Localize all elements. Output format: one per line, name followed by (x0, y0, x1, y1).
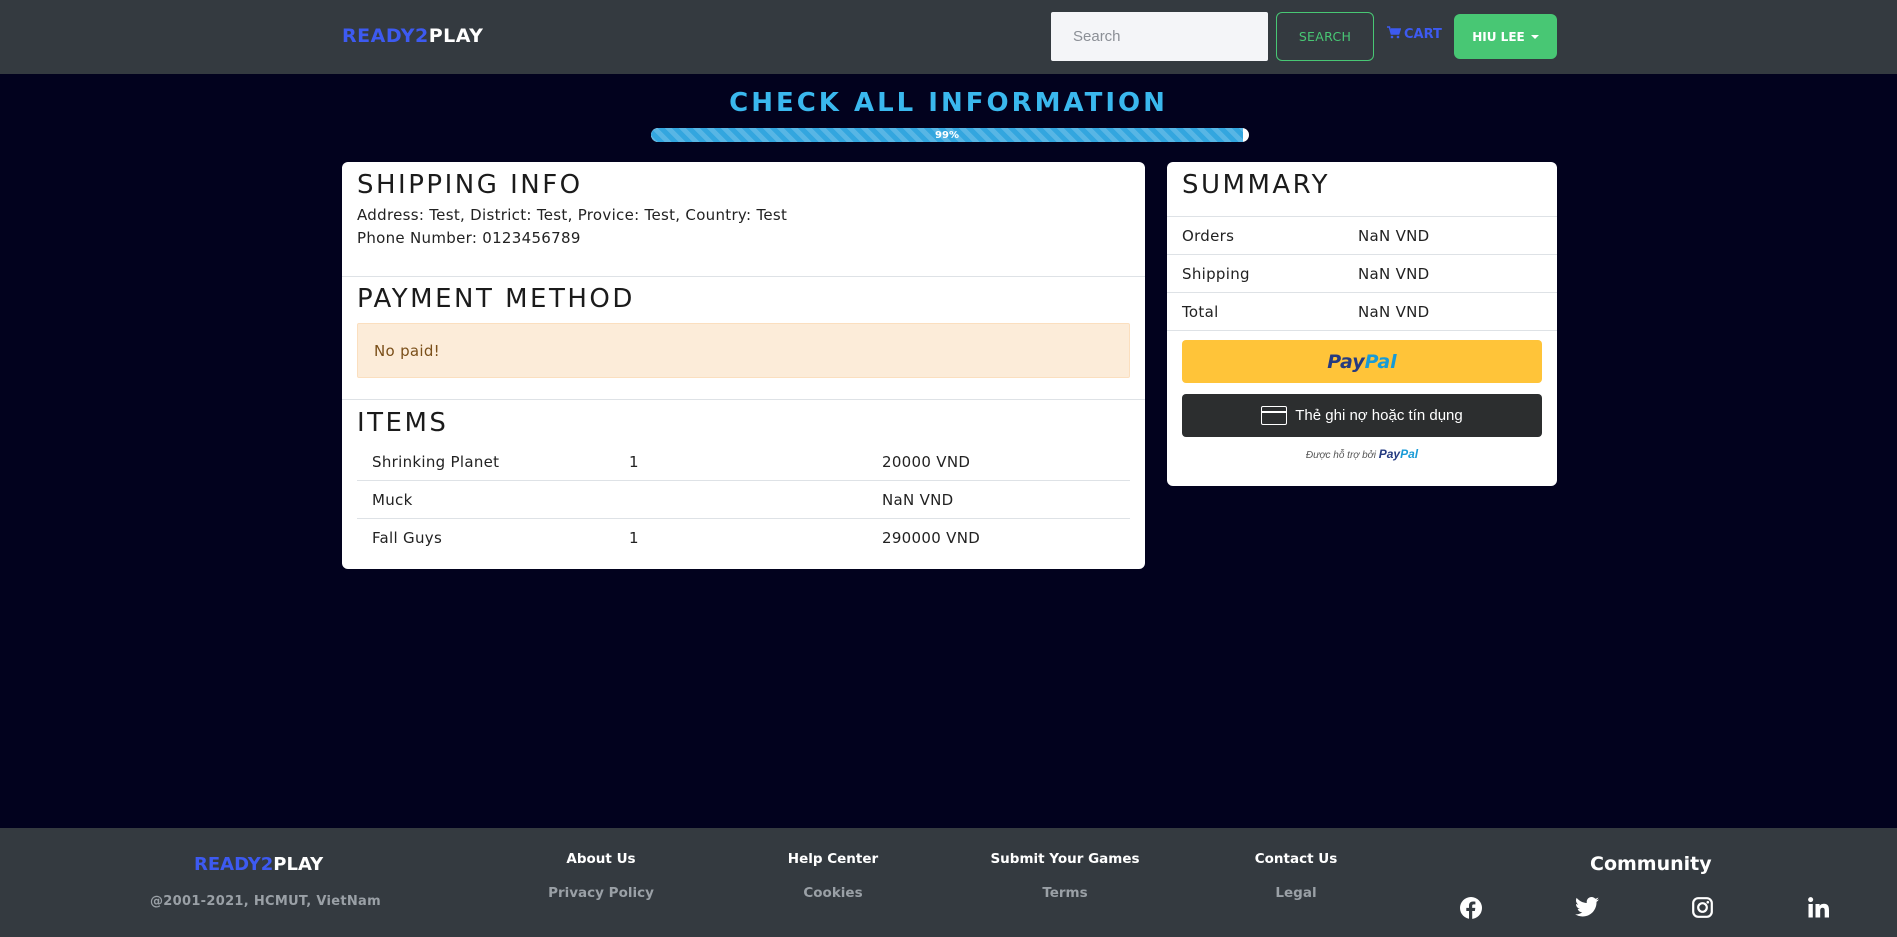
user-menu-button[interactable]: HIU LEE (1454, 14, 1557, 59)
linkedin-icon[interactable] (1808, 897, 1829, 918)
payment-status-text: No paid! (374, 341, 440, 360)
search-button[interactable]: SEARCH (1276, 12, 1374, 61)
footer-link-cookies[interactable]: Cookies (773, 885, 893, 901)
footer-column-about: About Us Privacy Policy (541, 851, 661, 901)
twitter-icon[interactable] (1575, 897, 1599, 917)
summary-row-total: Total NaN VND (1167, 292, 1557, 330)
brand-logo[interactable]: READY2PLAY (342, 25, 483, 47)
footer-brand-part-2: PLAY (273, 854, 324, 875)
divider (342, 399, 1145, 400)
divider (1167, 330, 1557, 331)
table-row: Muck NaN VND (357, 481, 1130, 519)
footer-link-about-us[interactable]: About Us (541, 851, 661, 867)
summary-row-shipping: Shipping NaN VND (1167, 254, 1557, 292)
card-button-label: Thẻ ghi nợ hoặc tín dụng (1295, 407, 1463, 424)
credit-card-icon (1261, 406, 1288, 425)
shipping-label: Shipping (1182, 264, 1250, 283)
powered-by-text: Được hỗ trợ bởi (1305, 450, 1376, 461)
progress-fill: 99% (651, 128, 1244, 142)
user-name: HIU LEE (1472, 29, 1525, 44)
item-name: Muck (372, 490, 413, 509)
facebook-icon[interactable] (1460, 897, 1482, 919)
summary-card: SUMMARY Orders NaN VND Shipping NaN VND … (1167, 162, 1557, 486)
powered-brand-pay: Pay (1378, 447, 1401, 461)
page-title: CHECK ALL INFORMATION (729, 88, 1168, 118)
summary-title: SUMMARY (1182, 170, 1330, 200)
total-label: Total (1182, 302, 1219, 321)
shipping-phone: Phone Number: 0123456789 (357, 229, 581, 247)
items-title: ITEMS (357, 408, 449, 438)
summary-row-orders: Orders NaN VND (1167, 216, 1557, 254)
footer-column-submit: Submit Your Games Terms (985, 851, 1145, 901)
shipping-address: Address: Test, District: Test, Provice: … (357, 206, 788, 224)
item-quantity: 1 (629, 452, 639, 471)
progress-label: 99% (935, 129, 959, 141)
footer-column-help: Help Center Cookies (773, 851, 893, 901)
items-table: Shrinking Planet 1 20000 VND Muck NaN VN… (357, 443, 1130, 557)
table-row: Shrinking Planet 1 20000 VND (357, 443, 1130, 481)
item-price: NaN VND (882, 490, 954, 509)
payment-title: PAYMENT METHOD (357, 284, 635, 314)
orders-label: Orders (1182, 226, 1235, 245)
footer-copyright: @2001-2021, HCMUT, VietNam (150, 894, 381, 909)
table-row: Fall Guys 1 290000 VND (357, 519, 1130, 557)
brand-part-2: PLAY (428, 25, 484, 47)
debit-credit-card-button[interactable]: Thẻ ghi nợ hoặc tín dụng (1182, 394, 1542, 437)
paypal-button[interactable]: Pay Pal (1182, 340, 1542, 383)
footer-link-help-center[interactable]: Help Center (773, 851, 893, 867)
item-name: Shrinking Planet (372, 452, 500, 471)
cart-label: CART (1404, 27, 1442, 42)
cart-link[interactable]: CART (1387, 26, 1442, 43)
cart-icon (1387, 26, 1402, 43)
brand-part-1: READY2 (342, 25, 429, 47)
total-value: NaN VND (1358, 302, 1430, 321)
footer-link-submit-games[interactable]: Submit Your Games (985, 851, 1145, 867)
shipping-title: SHIPPING INFO (357, 170, 583, 200)
instagram-icon[interactable] (1692, 897, 1713, 918)
checkout-progress-bar: 99% (651, 128, 1249, 142)
orders-value: NaN VND (1358, 226, 1430, 245)
item-quantity: 1 (629, 529, 639, 547)
footer-brand-part-1: READY2 (194, 854, 274, 875)
item-price: 290000 VND (882, 529, 981, 547)
search-input[interactable] (1051, 12, 1268, 61)
shipping-value: NaN VND (1358, 264, 1430, 283)
item-name: Fall Guys (372, 529, 443, 547)
community-heading: Community (1590, 853, 1712, 875)
paypal-logo-pal: Pal (1364, 350, 1397, 373)
order-details-card: SHIPPING INFO Address: Test, District: T… (342, 162, 1145, 569)
payment-status-alert: No paid! (357, 323, 1130, 378)
footer-link-contact-us[interactable]: Contact Us (1236, 851, 1356, 867)
footer-link-terms[interactable]: Terms (985, 885, 1145, 901)
powered-by-paypal: Được hỗ trợ bởi PayPal (1167, 447, 1557, 461)
footer-column-contact: Contact Us Legal (1236, 851, 1356, 901)
footer-link-legal[interactable]: Legal (1236, 885, 1356, 901)
footer-link-privacy-policy[interactable]: Privacy Policy (541, 885, 661, 901)
paypal-logo-pay: Pay (1327, 350, 1365, 373)
footer-brand[interactable]: READY2PLAY (194, 854, 323, 875)
navbar: READY2PLAY SEARCH CART HIU LEE (0, 0, 1897, 74)
powered-brand-pal: Pal (1400, 447, 1419, 461)
item-price: 20000 VND (882, 452, 971, 471)
divider (342, 276, 1145, 277)
footer: READY2PLAY @2001-2021, HCMUT, VietNam Ab… (0, 828, 1897, 937)
caret-down-icon (1530, 34, 1539, 39)
